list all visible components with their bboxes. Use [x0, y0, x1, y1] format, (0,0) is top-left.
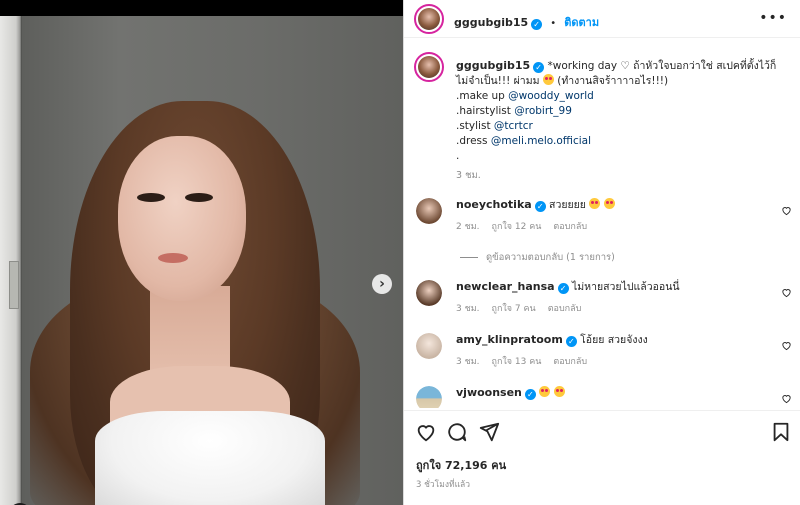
white-dress — [95, 411, 325, 505]
heart-eyes-emoji-icon — [553, 386, 565, 397]
makeup-prefix: .make up — [456, 90, 505, 102]
caption-time: 3 ชม. — [456, 170, 481, 181]
reply-button[interactable]: ตอบกลับ — [548, 304, 582, 314]
separator-dot: • — [550, 18, 557, 29]
bookmark-icon[interactable] — [770, 421, 792, 443]
heart-eyes-emoji-icon — [539, 386, 551, 397]
verified-badge-icon: ✓ — [524, 389, 536, 400]
caption-text: gggubgib15 ✓ *working day ♡ ถ้าหัวใจบอกว่… — [456, 58, 786, 188]
verified-badge-icon: ✓ — [531, 19, 543, 30]
share-icon[interactable] — [478, 421, 500, 443]
dress-prefix: .dress — [456, 135, 488, 147]
caption-line1-tail: (ทำงานสิจร้าาาาอไร!!!) — [557, 75, 669, 87]
left-eye — [137, 193, 165, 202]
comment-time: 3 ชม. — [456, 304, 480, 314]
heart-icon[interactable] — [781, 393, 792, 404]
comment-item: vjwoonsen ✓ — [414, 386, 794, 408]
author-username[interactable]: gggubgib15 — [454, 16, 528, 29]
caption-avatar[interactable] — [414, 52, 444, 82]
more-options-button[interactable]: ••• — [759, 10, 787, 26]
heart-eyes-emoji-icon — [603, 198, 615, 209]
comment-text: สวยยยย — [549, 199, 586, 211]
commenter-avatar[interactable] — [416, 333, 442, 359]
comment-username[interactable]: noeychotika — [456, 198, 532, 211]
commenter-avatar[interactable] — [416, 198, 442, 224]
stylist-prefix: .stylist — [456, 120, 491, 132]
comment-text: โอ้ยย สวยจังงง — [580, 334, 648, 346]
author-avatar[interactable] — [414, 4, 444, 34]
comment-likes[interactable]: ถูกใจ 7 คน — [492, 304, 536, 314]
comment-likes[interactable]: ถูกใจ 13 คน — [492, 357, 542, 367]
hair-link[interactable]: @robirt_99 — [514, 105, 572, 117]
comment-time: 2 ชม. — [456, 222, 480, 232]
verified-badge-icon: ✓ — [534, 201, 546, 212]
comment-time: 3 ชม. — [456, 357, 480, 367]
heart-icon[interactable] — [781, 205, 792, 216]
verified-badge-icon: ✓ — [565, 336, 577, 347]
hair-prefix: .hairstylist — [456, 105, 511, 117]
top-bar — [0, 0, 403, 16]
dress-link[interactable]: @meli.melo.official — [491, 135, 591, 147]
comment-item: noeychotika ✓ สวยยยย 2 ชม. ถูกใจ 12 คน ตอบก… — [414, 198, 794, 238]
makeup-link[interactable]: @wooddy_world — [508, 90, 594, 102]
right-eye — [185, 193, 213, 202]
post-header: gggubgib15 ✓ • ติดตาม ••• — [404, 0, 800, 38]
heart-eyes-emoji-icon — [589, 198, 601, 209]
heart-icon[interactable] — [781, 340, 792, 351]
heart-icon[interactable] — [781, 287, 792, 298]
action-bar: ถูกใจ 72,196 คน 3 ชั่วโมงที่แล้ว — [404, 410, 800, 505]
follow-button[interactable]: ติดตาม — [564, 16, 599, 29]
comment-icon[interactable] — [446, 421, 468, 443]
replies-line — [460, 257, 478, 258]
post-time: 3 ชั่วโมงที่แล้ว — [416, 480, 471, 490]
comment-item: newclear_hansa ✓ ไม่หายสวยไปแล้วออนนี่ 3 … — [414, 280, 794, 320]
reply-button[interactable]: ตอบกลับ — [553, 357, 587, 367]
comment-likes[interactable]: ถูกใจ 12 คน — [492, 222, 542, 232]
commenter-avatar[interactable] — [416, 280, 442, 306]
door-hinge — [9, 261, 19, 309]
verified-badge-icon: ✓ — [533, 62, 545, 73]
post-sidebar: gggubgib15 ✓ • ติดตาม ••• gggubgib15 ✓ *wo… — [403, 0, 800, 505]
caption-dot: . — [456, 150, 460, 162]
like-count[interactable]: ถูกใจ 72,196 คน — [416, 456, 506, 474]
chevron-right-icon: › — [379, 276, 385, 292]
comment-username[interactable]: amy_klinpratoom — [456, 333, 563, 346]
post-photo[interactable]: › — [0, 16, 403, 505]
comment-text: ไม่หายสวยไปแล้วออนนี่ — [571, 281, 680, 293]
commenter-avatar[interactable] — [416, 386, 442, 408]
heart-eyes-emoji-icon — [542, 74, 554, 85]
caption-username[interactable]: gggubgib15 — [456, 59, 530, 72]
next-photo-button[interactable]: › — [372, 274, 392, 294]
lips — [158, 253, 188, 263]
verified-badge-icon: ✓ — [557, 283, 569, 294]
comment-username[interactable]: newclear_hansa — [456, 280, 555, 293]
reply-button[interactable]: ตอบกลับ — [553, 222, 587, 232]
comment-username[interactable]: vjwoonsen — [456, 386, 522, 399]
view-replies-button[interactable]: ดูข้อความตอบกลับ (1 รายการ) — [460, 250, 615, 265]
stylist-link[interactable]: @tcrtcr — [494, 120, 533, 132]
instagram-post-viewer: › gggubgib15 ✓ • ติดตาม ••• gggubgib15 ✓ *… — [0, 0, 800, 505]
face — [118, 136, 246, 301]
comment-item: amy_klinpratoom ✓ โอ้ยย สวยจังงง 3 ชม. ถูก… — [414, 333, 794, 373]
like-heart-icon[interactable] — [415, 421, 437, 443]
view-replies-label: ดูข้อความตอบกลับ (1 รายการ) — [486, 252, 615, 263]
